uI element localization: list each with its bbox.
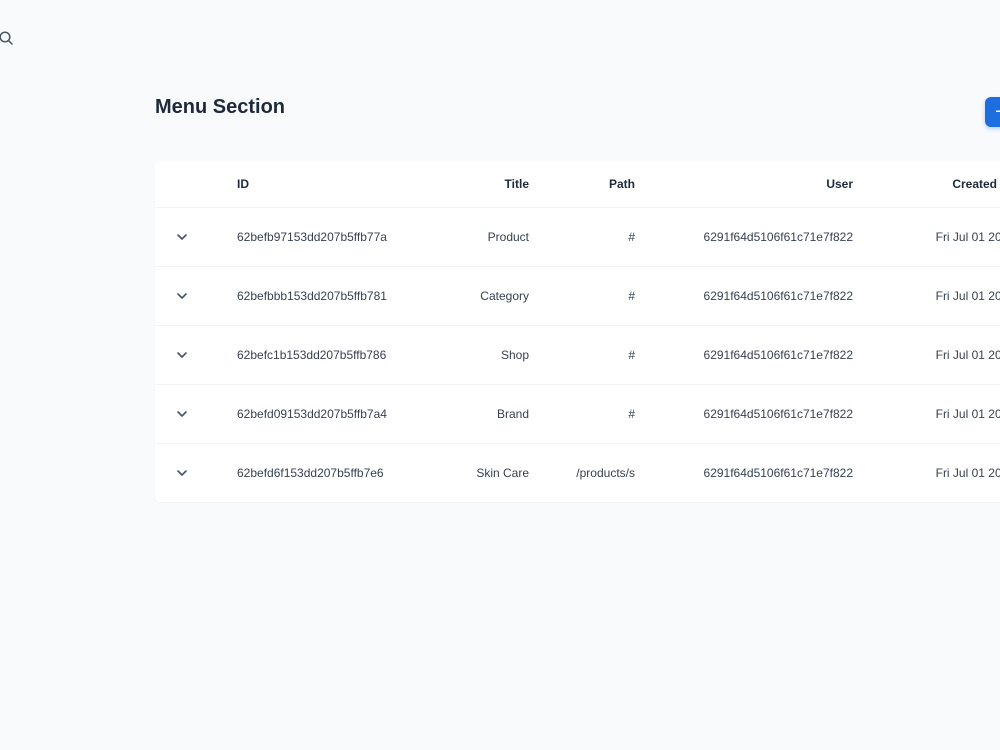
expand-cell [155,444,237,503]
row-id: 62befd6f153dd207b5ffb7e6 [237,466,384,480]
table-row: 62befd6f153dd207b5ffb7e6 Skin Care /prod… [155,444,1000,503]
chevron-down-icon[interactable] [176,233,188,241]
column-header-title: Title [417,161,529,208]
menu-table: ID Title Path User Created AT 62befb9715… [155,161,1000,502]
row-title: Product [417,207,529,267]
expand-cell [155,207,237,267]
row-user: 6291f64d5106f61c71e7f822 [635,266,853,326]
search-icon[interactable] [0,30,14,46]
row-path: # [529,266,635,326]
row-title: Brand [417,384,529,444]
row-title: Skin Care [476,466,529,480]
column-header-id: ID [237,161,417,208]
table-row: 62befd09153dd207b5ffb7a4 Brand # 6291f64… [155,384,1000,444]
expand-cell [155,325,237,385]
row-path: # [529,384,635,444]
row-created-at: Fri Jul 01 2022 [935,466,1000,480]
row-user: 6291f64d5106f61c71e7f822 [635,325,853,385]
row-id: 62befd09153dd207b5ffb7a4 [237,384,417,444]
row-user: 6291f64d5106f61c71e7f822 [635,384,853,444]
column-header-expand [155,161,237,208]
row-created-at: Fri Jul 01 2022 [853,207,1000,267]
column-header-created-at: Created AT [853,161,1000,208]
add-menu-button[interactable]: + [985,97,1000,127]
row-path: /products/s [576,466,635,480]
row-created-at: Fri Jul 01 2022 [853,384,1000,444]
row-path: # [529,325,635,385]
chevron-down-icon[interactable] [176,410,188,418]
table-row: 62befb97153dd207b5ffb77a Product # 6291f… [155,207,1000,267]
chevron-down-icon[interactable] [176,292,188,300]
chevron-down-icon[interactable] [176,469,188,477]
row-id: 62befc1b153dd207b5ffb786 [237,325,417,385]
row-title: Category [417,266,529,326]
page-title: Menu Section [155,96,286,118]
table-row: 62befc1b153dd207b5ffb786 Shop # 6291f64d… [155,325,1000,385]
menu-table-card: ID Title Path User Created AT 62befb9715… [155,161,1000,502]
column-header-path: Path [529,161,635,208]
row-user: 6291f64d5106f61c71e7f822 [703,466,853,480]
expand-cell [155,384,237,444]
row-path: # [529,207,635,267]
row-id: 62befbbb153dd207b5ffb781 [237,266,417,326]
expand-cell [155,266,237,326]
column-header-user: User [635,161,853,208]
row-created-at: Fri Jul 01 2022 [853,325,1000,385]
chevron-down-icon[interactable] [176,351,188,359]
table-header-row: ID Title Path User Created AT [155,161,1000,208]
row-title: Shop [417,325,529,385]
row-user: 6291f64d5106f61c71e7f822 [635,207,853,267]
row-created-at: Fri Jul 01 2022 [853,266,1000,326]
row-id: 62befb97153dd207b5ffb77a [237,207,417,267]
table-row: 62befbbb153dd207b5ffb781 Category # 6291… [155,266,1000,326]
